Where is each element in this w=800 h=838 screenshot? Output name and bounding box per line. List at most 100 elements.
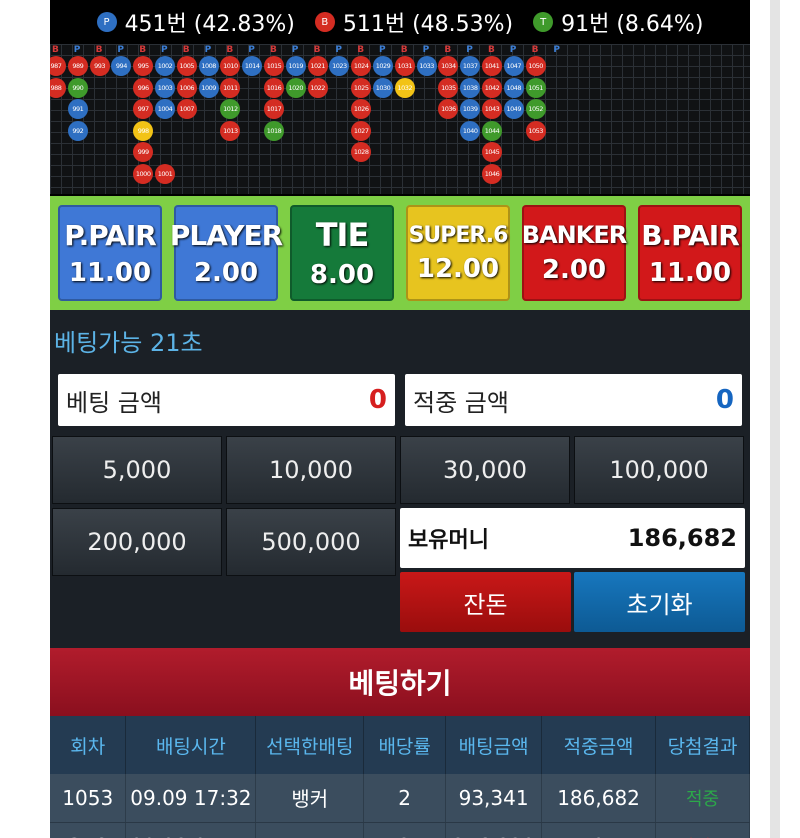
roadmap-header-letter: P [422,45,430,55]
chip-200000-button[interactable]: 200,000 [52,508,222,576]
roadmap-result-ball: 1035 [438,77,459,98]
roadmap-header-letter: B [400,45,408,55]
col-odds: 배당률 [363,716,447,774]
roadmap-result-ball: 1004 [155,99,175,120]
col-win-amount: 적중금액 [541,716,657,774]
roadmap-result-ball: 1047 [503,56,524,76]
bet-name: P.PAIR [64,218,157,252]
roadmap-result-ball: 1011 [220,77,241,98]
col-selection: 선택한배팅 [255,716,365,774]
roadmap-header-letter: B [488,45,495,55]
chip-5000-button[interactable]: 5,000 [52,436,222,504]
roadmap-header-letter: P [379,45,386,55]
bet-banker-button[interactable]: BANKER 2.00 [522,205,627,301]
cell-bet-amount: 276,820 [445,822,543,838]
cell-result: 미적중 [655,822,750,838]
change-button[interactable]: 잔돈 [400,572,571,632]
roadmap-result-ball: 988 [50,77,66,98]
roadmap-result-ball: 1051 [525,77,546,98]
bet-odds: 12.00 [416,253,500,284]
roadmap-result-ball: 1015 [264,56,284,76]
roadmap-result-ball: 1023 [329,56,350,76]
roadmap-result-ball: 1026 [351,99,372,120]
roadmap-result-ball: 991 [67,99,88,120]
roadmap-header-letter: P [466,45,473,55]
bet-tie-button[interactable]: TIE 8.00 [290,205,394,301]
bet-history-table: 회차 배팅시간 선택한배팅 배당률 배팅금액 적중금액 당첨결과 1053 09… [50,716,750,838]
roadmap-header-letter: P [204,45,212,55]
bet-ppair-button[interactable]: P.PAIR 11.00 [58,205,162,301]
roadmap-result-ball: 1046 [482,164,502,184]
roadmap-header-letter: B [95,45,103,55]
roadmap-result-ball: 1002 [155,56,175,76]
roadmap-result-ball: 995 [133,56,154,76]
win-amount-field: 적중 금액 0 [405,374,742,426]
bet-name: TIE [315,216,370,254]
roadmap-result-ball: 1053 [525,120,546,141]
bet-option-panel: P.PAIR 11.00 PLAYER 2.00 TIE 8.00 SUPER.… [50,196,750,310]
cell-odds: 2 [363,774,447,823]
table-header-row: 회차 배팅시간 선택한배팅 배당률 배팅금액 적중금액 당첨결과 [50,716,750,774]
page-scrollbar[interactable] [770,0,780,838]
roadmap-result-ball: 1032 [394,77,415,98]
cell-round: 346 [50,822,127,838]
roadmap-result-ball: 1033 [416,56,437,76]
chip-area: 5,000 10,000 30,000 100,000 200,000 500,… [50,436,750,648]
roadmap-header-letter: B [444,45,452,55]
place-bet-button[interactable]: 베팅하기 [50,648,750,716]
tie-stat-text: 91번 (8.64%) [561,12,704,37]
bet-bpair-button[interactable]: B.PAIR 11.00 [638,205,742,301]
chip-100000-button[interactable]: 100,000 [574,436,744,504]
player-dot-icon: P [96,12,117,32]
cell-win-amount: 0 [541,822,657,838]
bet-odds: 11.00 [68,257,152,288]
bet-player-button[interactable]: PLAYER 2.00 [170,205,283,301]
roadmap-result-ball: 1008 [198,56,219,76]
cell-odds: 2 [363,822,447,838]
betting-timer: 베팅가능 21초 [54,328,203,357]
roadmap-result-ball: 1014 [242,56,263,76]
bet-super6-button[interactable]: SUPER.6 12.00 [406,205,510,301]
col-bet-amount: 배팅금액 [445,716,543,774]
roadmap-result-ball: 1001 [155,164,175,184]
balance-value: 186,682 [627,524,737,552]
roadmap-result-ball: 990 [67,77,88,98]
roadmap-result-ball: 1049 [503,99,524,120]
roadmap-header-letter: P [291,45,299,55]
roadmap-result-ball: 1036 [438,99,459,120]
roadmap-result-ball: 1009 [198,77,219,98]
roadmap-result-ball: 997 [133,99,154,120]
cell-time: 09.09 17:32 [125,774,257,823]
roadmap-result-ball: 1016 [264,77,284,98]
roadmap-result-ball: 1037 [460,56,481,76]
roadmap-result-ball: 1019 [285,56,306,76]
roadmap-header-letter: P [161,45,168,55]
chip-30000-button[interactable]: 30,000 [400,436,570,504]
win-amount-label: 적중 금액 [413,388,509,417]
result-roadmap: B P B P B P B P B P B P B P B P B P B P B P B P 987 988 989 990 991 9… [50,44,750,196]
stats-bar: P 451번 (42.83%) B 511번 (48.53%) T 91번 (8… [50,0,750,44]
roadmap-header-letter: P [509,45,517,55]
roadmap-result-ball: 993 [89,56,110,76]
roadmap-header-letter: B [313,45,321,55]
roadmap-result-ball: 1039 [460,99,481,120]
cell-bet-amount: 93,341 [445,774,543,823]
roadmap-result-ball: 1028 [351,142,372,163]
roadmap-result-ball: 1013 [220,120,241,141]
roadmap-result-ball: 1038 [460,77,481,98]
col-bet-time: 배팅시간 [125,716,257,774]
roadmap-result-ball: 1029 [373,56,393,76]
table-row[interactable]: 1053 09.09 17:32 뱅커 2 93,341 186,682 적중 [50,774,750,823]
chip-10000-button[interactable]: 10,000 [226,436,396,504]
roadmap-result-ball: 1024 [351,56,372,76]
roadmap-result-ball: 1006 [176,77,197,98]
roadmap-result-ball: 1010 [220,56,241,76]
roadmap-result-ball: 1044 [482,120,502,141]
chip-500000-button[interactable]: 500,000 [226,508,396,576]
roadmap-header-letter: P [248,45,255,55]
roadmap-result-ball: 1042 [482,77,502,98]
banker-dot-icon: B [314,12,335,32]
roadmap-header-letter: B [270,45,277,55]
reset-button[interactable]: 초기화 [574,572,745,632]
table-row[interactable]: 346 09.08 05:45 뱅커 2 276,820 0 미적중 [50,822,750,838]
